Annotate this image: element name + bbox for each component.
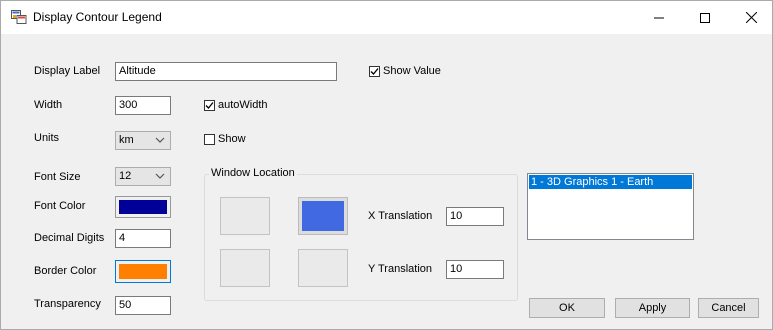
y-translation-input[interactable]: 10 [446, 260, 504, 279]
units-label: Units [34, 132, 60, 144]
x-translation-label: X Translation [368, 210, 433, 222]
minimize-icon [654, 17, 664, 18]
x-translation-input[interactable]: 10 [446, 207, 504, 226]
location-bottom-left-button[interactable] [220, 249, 270, 287]
border-color-fill [119, 264, 167, 279]
close-button[interactable] [728, 1, 773, 34]
width-label: Width [34, 99, 63, 111]
units-dropdown[interactable]: km [115, 131, 171, 150]
auto-width-box [204, 99, 215, 111]
auto-width-checkbox[interactable]: autoWidth [204, 99, 268, 111]
show-value-label: Show Value [383, 65, 441, 77]
location-top-right-button[interactable] [298, 197, 348, 235]
decimal-digits-input[interactable]: 4 [115, 229, 171, 248]
checkmark-icon [205, 101, 214, 109]
font-color-fill [119, 200, 167, 214]
window-title: Display Contour Legend [33, 10, 162, 24]
y-translation-label: Y Translation [368, 263, 433, 275]
checkmark-icon [370, 67, 379, 75]
chevron-down-icon [155, 137, 165, 143]
font-color-swatch[interactable] [115, 196, 171, 218]
graphics-listbox[interactable]: 1 - 3D Graphics 1 - Earth [527, 173, 694, 240]
show-label: Show [218, 133, 246, 145]
dialog-window: Display Contour Legend Display Label Wid… [0, 0, 773, 330]
show-box [204, 133, 215, 145]
auto-width-label: autoWidth [218, 99, 268, 111]
window-location-title: Window Location [209, 167, 297, 179]
decimal-digits-label: Decimal Digits [34, 232, 105, 244]
display-label-label: Display Label [34, 65, 101, 77]
location-selected-fill [302, 201, 344, 231]
minimize-button[interactable] [636, 1, 682, 34]
transparency-input[interactable]: 50 [115, 296, 171, 315]
maximize-icon [700, 12, 710, 23]
font-size-value: 12 [119, 170, 132, 182]
location-top-left-button[interactable] [220, 197, 270, 235]
chevron-down-icon [155, 173, 165, 179]
list-item[interactable]: 1 - 3D Graphics 1 - Earth [529, 175, 692, 189]
display-label-input[interactable]: Altitude [115, 62, 337, 81]
show-checkbox[interactable]: Show [204, 133, 246, 145]
show-value-checkbox[interactable]: Show Value [369, 65, 441, 77]
border-color-label: Border Color [34, 265, 97, 277]
font-size-dropdown[interactable]: 12 [115, 167, 171, 186]
maximize-button[interactable] [682, 1, 728, 34]
app-icon [11, 10, 27, 24]
close-icon [745, 12, 757, 23]
width-input[interactable]: 300 [115, 96, 171, 115]
ok-button[interactable]: OK [529, 298, 605, 318]
apply-button[interactable]: Apply [615, 298, 690, 318]
title-bar: Display Contour Legend [1, 1, 772, 34]
units-value: km [119, 134, 134, 146]
location-bottom-right-button[interactable] [298, 249, 348, 287]
border-color-swatch[interactable] [115, 260, 171, 283]
show-value-box [369, 65, 380, 77]
font-color-label: Font Color [34, 200, 86, 212]
font-size-label: Font Size [34, 171, 81, 183]
cancel-button[interactable]: Cancel [698, 298, 759, 318]
transparency-label: Transparency [34, 298, 101, 310]
